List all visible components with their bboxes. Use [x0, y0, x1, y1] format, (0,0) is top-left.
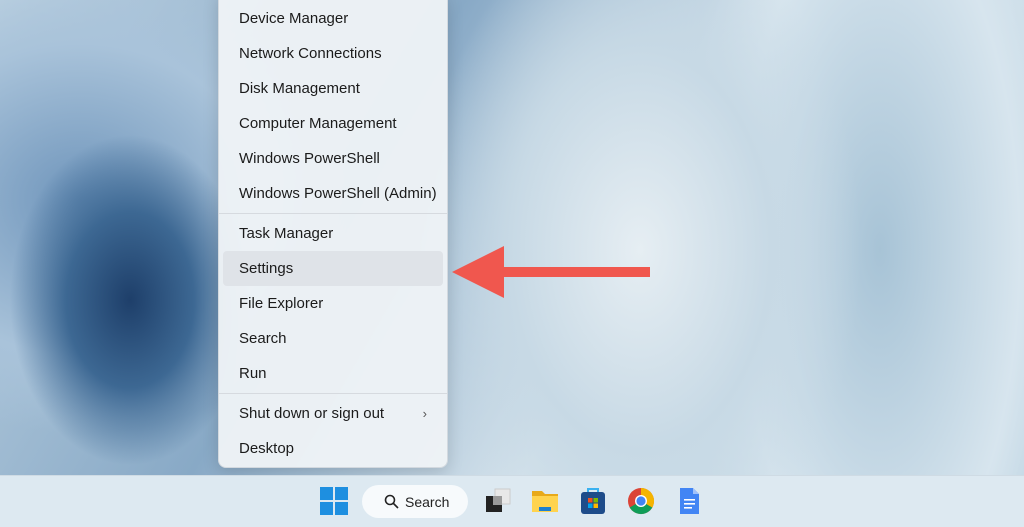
menu-item-search[interactable]: Search — [223, 321, 443, 356]
menu-item-shut-down[interactable]: Shut down or sign out › — [223, 396, 443, 431]
taskbar: Search — [0, 475, 1024, 527]
menu-item-file-explorer[interactable]: File Explorer — [223, 286, 443, 321]
menu-item-task-manager[interactable]: Task Manager — [223, 216, 443, 251]
menu-item-network-connections[interactable]: Network Connections — [223, 36, 443, 71]
menu-item-disk-management[interactable]: Disk Management — [223, 71, 443, 106]
chrome-icon[interactable] — [626, 486, 656, 516]
menu-item-windows-powershell-admin[interactable]: Windows PowerShell (Admin) — [223, 176, 443, 211]
menu-separator — [219, 393, 447, 394]
task-view-icon[interactable] — [483, 486, 513, 516]
menu-item-desktop[interactable]: Desktop — [223, 431, 443, 466]
chevron-right-icon: › — [422, 406, 427, 421]
menu-item-windows-powershell[interactable]: Windows PowerShell — [223, 141, 443, 176]
microsoft-store-icon[interactable] — [578, 486, 608, 516]
file-explorer-icon[interactable] — [530, 486, 560, 516]
menu-item-run[interactable]: Run — [223, 356, 443, 391]
menu-separator — [219, 213, 447, 214]
winx-context-menu: Device Manager Network Connections Disk … — [218, 0, 448, 468]
red-arrow-annotation — [452, 246, 650, 298]
menu-item-device-manager[interactable]: Device Manager — [223, 1, 443, 36]
taskbar-search-button[interactable]: Search — [362, 485, 468, 518]
search-label: Search — [405, 493, 450, 510]
search-icon — [384, 494, 399, 509]
google-docs-icon[interactable] — [674, 486, 704, 516]
menu-item-computer-management[interactable]: Computer Management — [223, 106, 443, 141]
menu-item-label: Shut down or sign out — [239, 405, 385, 422]
menu-item-settings[interactable]: Settings — [223, 251, 443, 286]
windows-start-icon[interactable] — [319, 486, 349, 516]
